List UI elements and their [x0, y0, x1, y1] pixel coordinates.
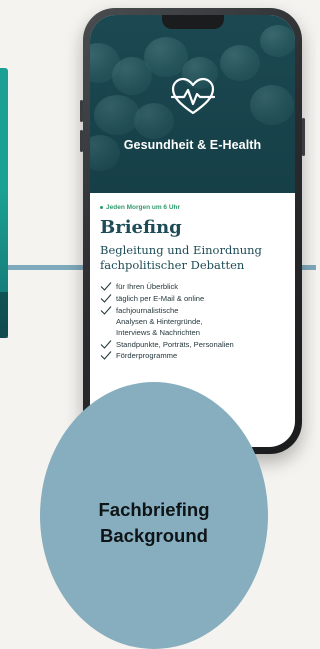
- circle-label-line2: Background: [100, 524, 208, 546]
- checkmark-icon: [100, 294, 112, 303]
- circle-label-line1: Fachbriefing: [98, 499, 210, 520]
- briefing-subhead: Begleitung und Einordnung fachpolitische…: [100, 242, 262, 273]
- checkmark-icon: [100, 351, 112, 361]
- phone-mockup: Gesundheit & E-Health Jeden Morgen um 6 …: [80, 8, 305, 454]
- feature-text: Standpunkte, Porträts, Personalien: [116, 339, 234, 349]
- feature-item: Standpunkte, Porträts, Personalien: [100, 339, 286, 350]
- feature-text: fachjournalistische Analysen & Hintergrü…: [116, 305, 203, 338]
- feature-text: täglich per E-Mail & online: [116, 293, 205, 303]
- feature-item: für Ihren Überblick: [100, 281, 286, 292]
- feature-text: Förderprogramme: [116, 351, 178, 361]
- feature-item: täglich per E-Mail & online: [100, 293, 286, 304]
- schedule-eyebrow: Jeden Morgen um 6 Uhr: [100, 204, 286, 211]
- checkmark-icon: [100, 282, 112, 292]
- schedule-text: Jeden Morgen um 6 Uhr: [106, 204, 181, 211]
- feature-text: für Ihren Überblick: [116, 282, 179, 292]
- bullet-dot-icon: [100, 206, 103, 209]
- phone-notch: [162, 15, 224, 29]
- phone-volume-down-button: [80, 130, 83, 152]
- heart-pulse-icon: [170, 77, 216, 115]
- feature-item: fachjournalistische Analysen & Hintergrü…: [100, 305, 286, 339]
- briefing-content: Jeden Morgen um 6 Uhr Briefing Begleitun…: [100, 204, 286, 362]
- phone-power-button: [302, 118, 305, 156]
- checkmark-icon: [100, 305, 112, 315]
- feature-list: für Ihren Überblick täglich per E-Mail &…: [100, 281, 286, 361]
- promo-graphic: Gesundheit & E-Health Jeden Morgen um 6 …: [0, 0, 316, 649]
- hero-banner: Gesundheit & E-Health: [90, 15, 295, 193]
- phone-screen: Gesundheit & E-Health Jeden Morgen um 6 …: [90, 15, 295, 447]
- hero-title: Gesundheit & E-Health: [123, 138, 262, 152]
- phone-volume-up-button: [80, 100, 83, 122]
- checkmark-icon: [100, 339, 112, 349]
- feature-item: Förderprogramme: [100, 350, 286, 361]
- left-card-shadow: [0, 292, 8, 338]
- circle-label: Fachbriefing Background: [40, 497, 268, 549]
- briefing-headline: Briefing: [100, 217, 182, 238]
